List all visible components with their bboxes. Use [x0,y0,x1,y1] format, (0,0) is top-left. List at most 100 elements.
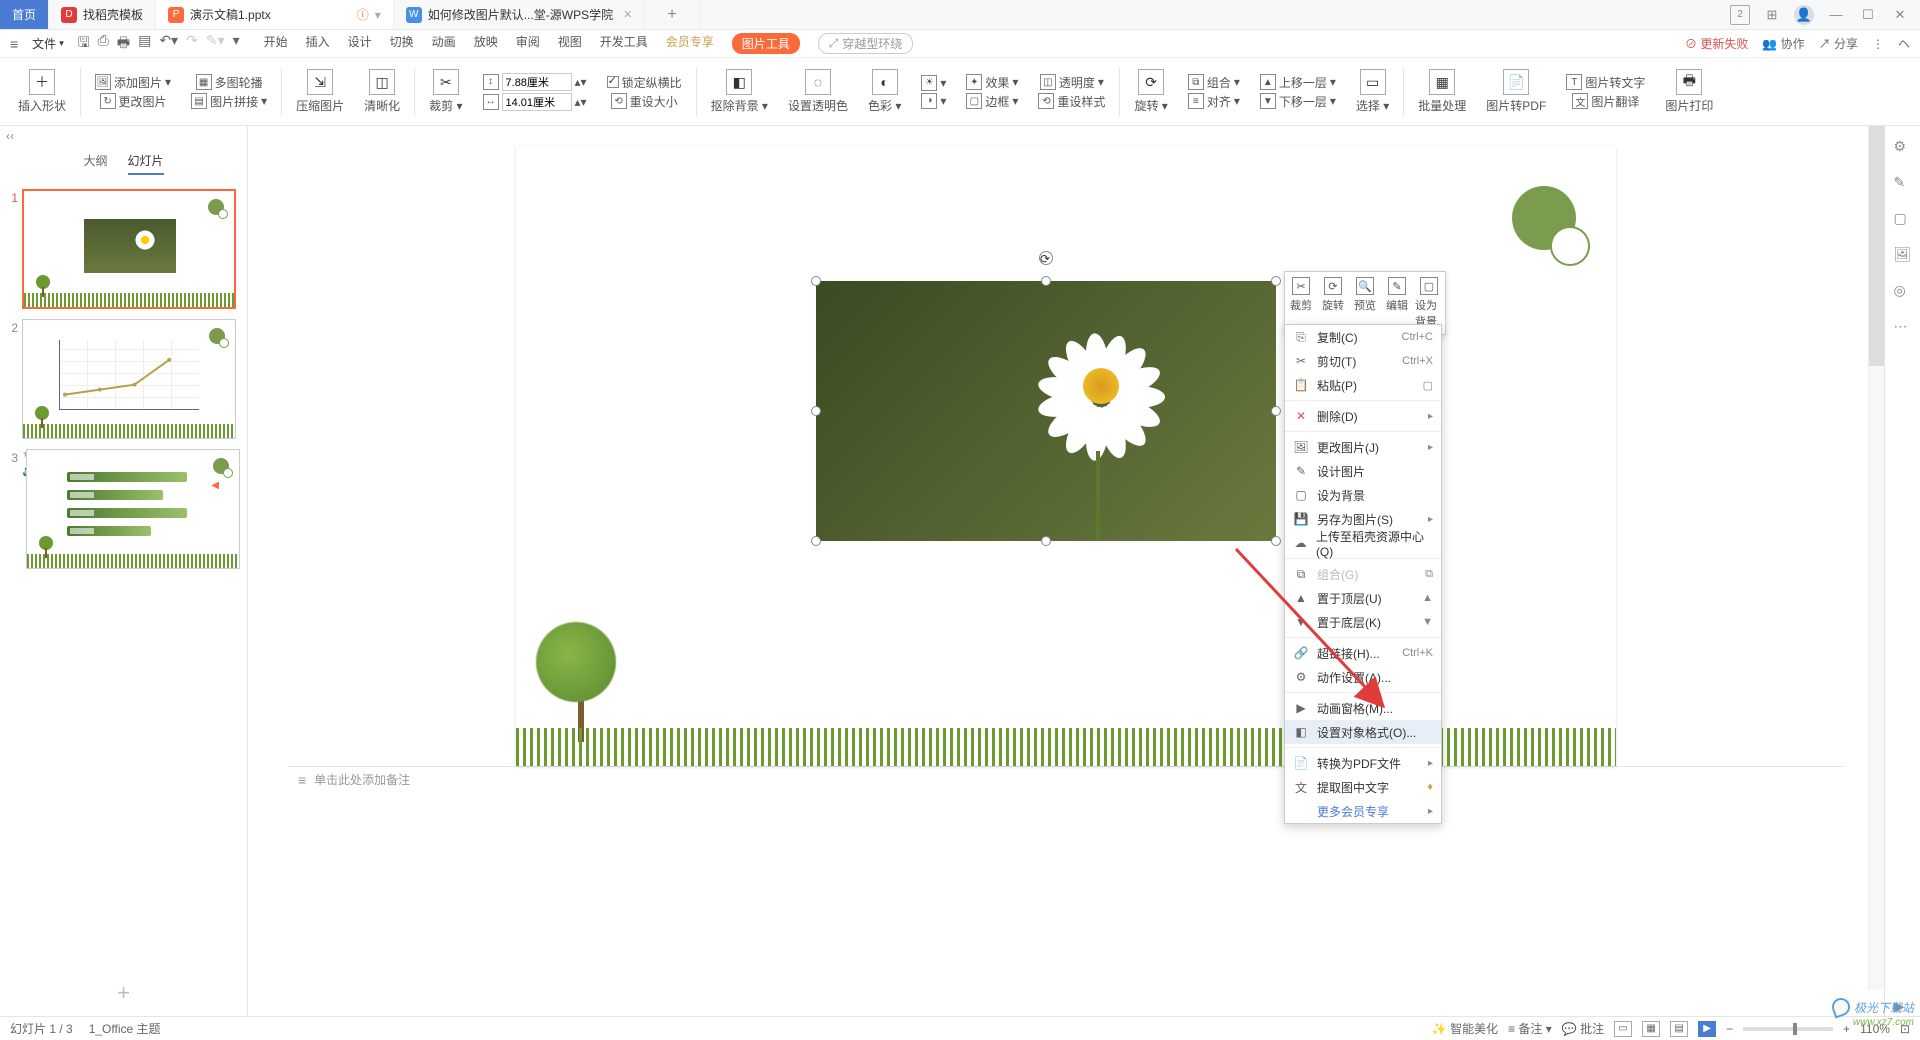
ctx-delete[interactable]: ✕删除(D)▸ [1285,404,1441,428]
combine[interactable]: ⧉组合 ▾ [1188,74,1240,91]
tab-templates[interactable]: D 找稻壳模板 [49,0,156,29]
hamburger-icon[interactable]: ≡ [10,36,18,52]
text-wrap-indicator[interactable]: 穿越型环绕 [818,33,914,54]
vertical-scrollbar[interactable] [1868,126,1884,990]
slide-thumb-2[interactable] [22,319,236,439]
menu-devtools[interactable]: 开发工具 [600,33,648,54]
collapse-panel-icon[interactable]: ‹‹ [0,126,247,146]
tab-outline[interactable]: 大纲 [83,152,107,175]
translate[interactable]: 文图片翻译 [1572,93,1639,110]
ctx-design-image[interactable]: ✎设计图片 [1285,459,1441,483]
rail-settings-icon[interactable]: ⚙ [1894,138,1912,156]
rail-location-icon[interactable]: ◎ [1894,282,1912,300]
slide-thumb-3[interactable]: ◀ [26,449,240,569]
tab-home[interactable]: 首页 [0,0,49,29]
menu-insert[interactable]: 插入 [306,33,330,54]
send-backward[interactable]: ▼下移一层 ▾ [1260,93,1336,110]
to-pdf[interactable]: 📄图片转PDF [1478,69,1554,114]
menu-more-icon[interactable]: ⋮ [1872,37,1884,51]
zoom-out-icon[interactable]: − [1726,1022,1733,1036]
height-input[interactable]: ↕▴▾ [483,73,587,91]
border[interactable]: ▢边框 ▾ [966,93,1018,110]
lock-ratio[interactable]: 锁定纵横比 [607,74,682,91]
ctx-anim-pane[interactable]: ▶动画窗格(M)... [1285,696,1441,720]
slide-thumb-1[interactable] [22,189,236,309]
rail-style-icon[interactable]: ✎ [1894,174,1912,192]
align[interactable]: ≡对齐 ▾ [1188,93,1240,110]
format-painter-icon[interactable]: ✎▾ [206,32,225,56]
remove-bg[interactable]: ◧抠除背景 ▾ [703,69,776,114]
selected-image[interactable]: ⟳ [816,281,1276,541]
bring-forward[interactable]: ▲上移一层 ▾ [1260,74,1336,91]
ctx-hyperlink[interactable]: 🔗超链接(H)...Ctrl+K [1285,641,1441,665]
user-icon[interactable]: 👤 [1794,5,1814,25]
tab-wps-academy[interactable]: W 如何修改图片默认...堂-源WPS学院 ✕ [394,0,646,29]
effect[interactable]: ✦效果 ▾ [966,74,1018,91]
ctx-cut[interactable]: ✂剪切(T)Ctrl+X [1285,349,1441,373]
ctx-extract-text[interactable]: 文提取图中文字♦ [1285,775,1441,799]
rail-image-icon[interactable]: 🖼 [1894,246,1912,264]
export-icon[interactable]: ⎙ [98,32,109,56]
print-image[interactable]: 🖶图片打印 [1657,69,1721,114]
beautify-button[interactable]: ✨ 智能美化 [1432,1020,1498,1037]
menu-transition[interactable]: 切换 [390,33,414,54]
ctx-upload-dock[interactable]: ☁上传至稻壳资源中心(Q) [1285,531,1441,555]
set-transparent[interactable]: ◌设置透明色 [780,69,856,114]
multi-carousel[interactable]: ▦多图轮播 [196,74,263,91]
print-icon[interactable]: 🖶 [117,32,130,56]
ctx-copy[interactable]: ⎘复制(C)Ctrl+C [1285,325,1441,349]
ctx-to-top[interactable]: ▲置于顶层(U)▲ [1285,586,1441,610]
ctx-more-member[interactable]: 更多会员专享▸ [1285,799,1441,823]
notes-button[interactable]: ≡ 备注 ▾ [1508,1020,1552,1037]
ctx-format-object[interactable]: ◧设置对象格式(O)... [1285,720,1441,744]
image-collage[interactable]: ▤图片拼接 ▾ [191,93,267,110]
undo-icon[interactable]: ↶▾ [159,32,178,56]
to-text[interactable]: T图片转文字 [1566,74,1645,91]
update-failed[interactable]: ⊘ 更新失败 [1685,35,1748,52]
menu-animation[interactable]: 动画 [432,33,456,54]
color[interactable]: ◐色彩 ▾ [860,69,909,114]
menu-slideshow[interactable]: 放映 [474,33,498,54]
menu-member[interactable]: 会员专享 [666,33,714,54]
redo-icon[interactable]: ↷ [186,32,198,56]
comments-button[interactable]: 💬 批注 [1562,1020,1604,1037]
qat-dropdown-icon[interactable]: ▾ [233,32,240,56]
zoom-in-icon[interactable]: + [1843,1022,1850,1036]
notes-bar[interactable]: ≡ 单击此处添加备注 [288,766,1844,792]
menu-picture-tools[interactable]: 图片工具 [732,33,800,54]
save-icon[interactable]: 🖫 [78,32,90,56]
restore-icon[interactable]: ☐ [1858,5,1878,25]
add-slide-button[interactable]: + [0,970,247,1016]
ctx-set-bg[interactable]: ▢设为背景 [1285,483,1441,507]
insert-shape-group[interactable]: ＋ 插入形状 [10,69,74,114]
reset-style[interactable]: ⟲重设样式 [1038,93,1105,110]
tab-slides[interactable]: 幻灯片 [128,152,164,175]
tab-add[interactable]: + [645,0,699,29]
sharpen-image[interactable]: ◫清晰化 [356,69,408,114]
ctx-paste[interactable]: 📋粘贴(P)▢ [1285,373,1441,397]
add-image[interactable]: 🖼添加图片 ▾ [95,74,171,91]
close-icon[interactable]: ✕ [623,8,632,21]
share-button[interactable]: ↗ 分享 [1819,35,1858,52]
menu-design[interactable]: 设计 [348,33,372,54]
menu-review[interactable]: 审阅 [516,33,540,54]
transparency[interactable]: ◫透明度 ▾ [1040,74,1104,91]
reset-size[interactable]: ⟲重设大小 [611,93,678,110]
slide-canvas[interactable]: ⟳ ✂裁剪 ⟳旋转 🔍预览 ✎编辑 ▢设为背景 ⎘复制(C)Ctrl+C ✂剪切… [248,126,1884,1016]
preview-icon[interactable]: ▤ [138,32,151,56]
close-icon[interactable]: ✕ [1890,5,1910,25]
notes-placeholder[interactable]: 单击此处添加备注 [314,771,410,788]
change-image[interactable]: ↻更改图片 [100,93,167,110]
select[interactable]: ▭选择 ▾ [1348,69,1397,114]
ctx-change-image[interactable]: 🖼更改图片(J)▸ [1285,435,1441,459]
coop-button[interactable]: 👥 协作 [1762,35,1804,52]
menu-chevron-icon[interactable]: ヘ [1898,35,1910,52]
tab-presentation[interactable]: P 演示文稿1.pptx ⓘ ▾ [156,0,394,29]
grid-icon[interactable]: ⊞ [1762,5,1782,25]
menu-start[interactable]: 开始 [264,33,288,54]
brightness[interactable]: ☀▾ [921,75,946,91]
ctx-action[interactable]: ⚙动作设置(A)... [1285,665,1441,689]
view-sorter-icon[interactable]: ▦ [1642,1021,1660,1037]
crop-image[interactable]: ✂裁剪 ▾ [421,69,470,114]
slideshow-button[interactable]: ▶ [1698,1021,1716,1037]
